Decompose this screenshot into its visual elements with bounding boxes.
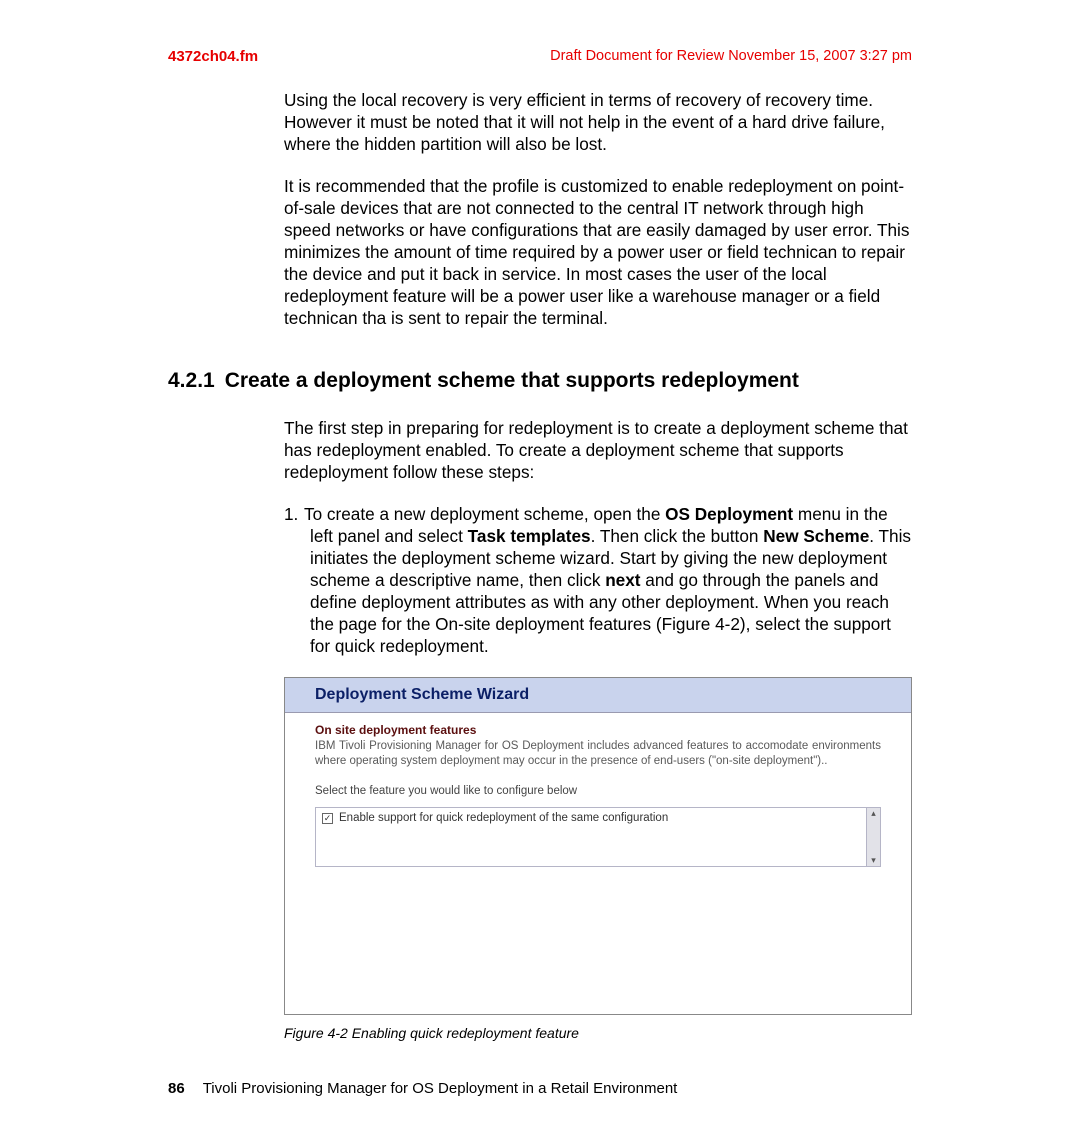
bold-task-templates: Task templates bbox=[468, 526, 591, 546]
footer-title: Tivoli Provisioning Manager for OS Deplo… bbox=[203, 1080, 678, 1097]
page-number: 86 bbox=[168, 1080, 185, 1097]
section-title: Create a deployment scheme that supports… bbox=[225, 369, 799, 392]
wizard-body: On site deployment features IBM Tivoli P… bbox=[285, 713, 911, 881]
wizard-title-bar: Deployment Scheme Wizard bbox=[285, 678, 911, 713]
step-text: To create a new deployment scheme, open … bbox=[304, 504, 911, 656]
t: . Then click the button bbox=[591, 526, 764, 546]
wizard-option-listbox[interactable]: ✓ Enable support for quick redeployment … bbox=[315, 807, 881, 867]
scroll-up-icon[interactable]: ▴ bbox=[871, 808, 876, 819]
figure-wizard-screenshot: Deployment Scheme Wizard On site deploym… bbox=[284, 677, 912, 1015]
wizard-subheading: On site deployment features bbox=[315, 723, 881, 737]
scroll-down-icon[interactable]: ▾ bbox=[871, 855, 876, 866]
wizard-option-row[interactable]: ✓ Enable support for quick redeployment … bbox=[322, 812, 874, 824]
page-footer: 86 Tivoli Provisioning Manager for OS Dep… bbox=[168, 1080, 912, 1097]
step-number: 1. bbox=[284, 503, 304, 525]
wizard-select-label: Select the feature you would like to con… bbox=[315, 785, 881, 797]
document-page: 4372ch04.fm Draft Document for Review No… bbox=[0, 0, 1080, 1143]
section-number: 4.2.1 bbox=[168, 369, 215, 392]
checkbox-icon[interactable]: ✓ bbox=[322, 813, 333, 824]
paragraph-intro: The first step in preparing for redeploy… bbox=[284, 417, 912, 483]
header-filename: 4372ch04.fm bbox=[168, 48, 258, 65]
section-heading: 4.2.1 Create a deployment scheme that sup… bbox=[168, 369, 912, 393]
scrollbar[interactable]: ▴ ▾ bbox=[866, 807, 881, 867]
t: To create a new deployment scheme, open … bbox=[304, 504, 665, 524]
step-1: 1.To create a new deployment scheme, ope… bbox=[284, 503, 912, 657]
ordered-steps: 1.To create a new deployment scheme, ope… bbox=[284, 503, 912, 657]
page-header: 4372ch04.fm Draft Document for Review No… bbox=[168, 48, 912, 65]
wizard-option-label: Enable support for quick redeployment of… bbox=[339, 812, 668, 824]
wizard-description: IBM Tivoli Provisioning Manager for OS D… bbox=[315, 739, 881, 769]
bold-next: next bbox=[605, 570, 640, 590]
paragraph-local-recovery: Using the local recovery is very efficie… bbox=[284, 89, 912, 155]
bold-os-deployment: OS Deployment bbox=[665, 504, 793, 524]
bold-new-scheme: New Scheme bbox=[763, 526, 869, 546]
header-draft-notice: Draft Document for Review November 15, 2… bbox=[550, 48, 912, 65]
figure-caption: Figure 4-2 Enabling quick redeployment f… bbox=[284, 1025, 912, 1041]
paragraph-recommendation: It is recommended that the profile is cu… bbox=[284, 175, 912, 329]
